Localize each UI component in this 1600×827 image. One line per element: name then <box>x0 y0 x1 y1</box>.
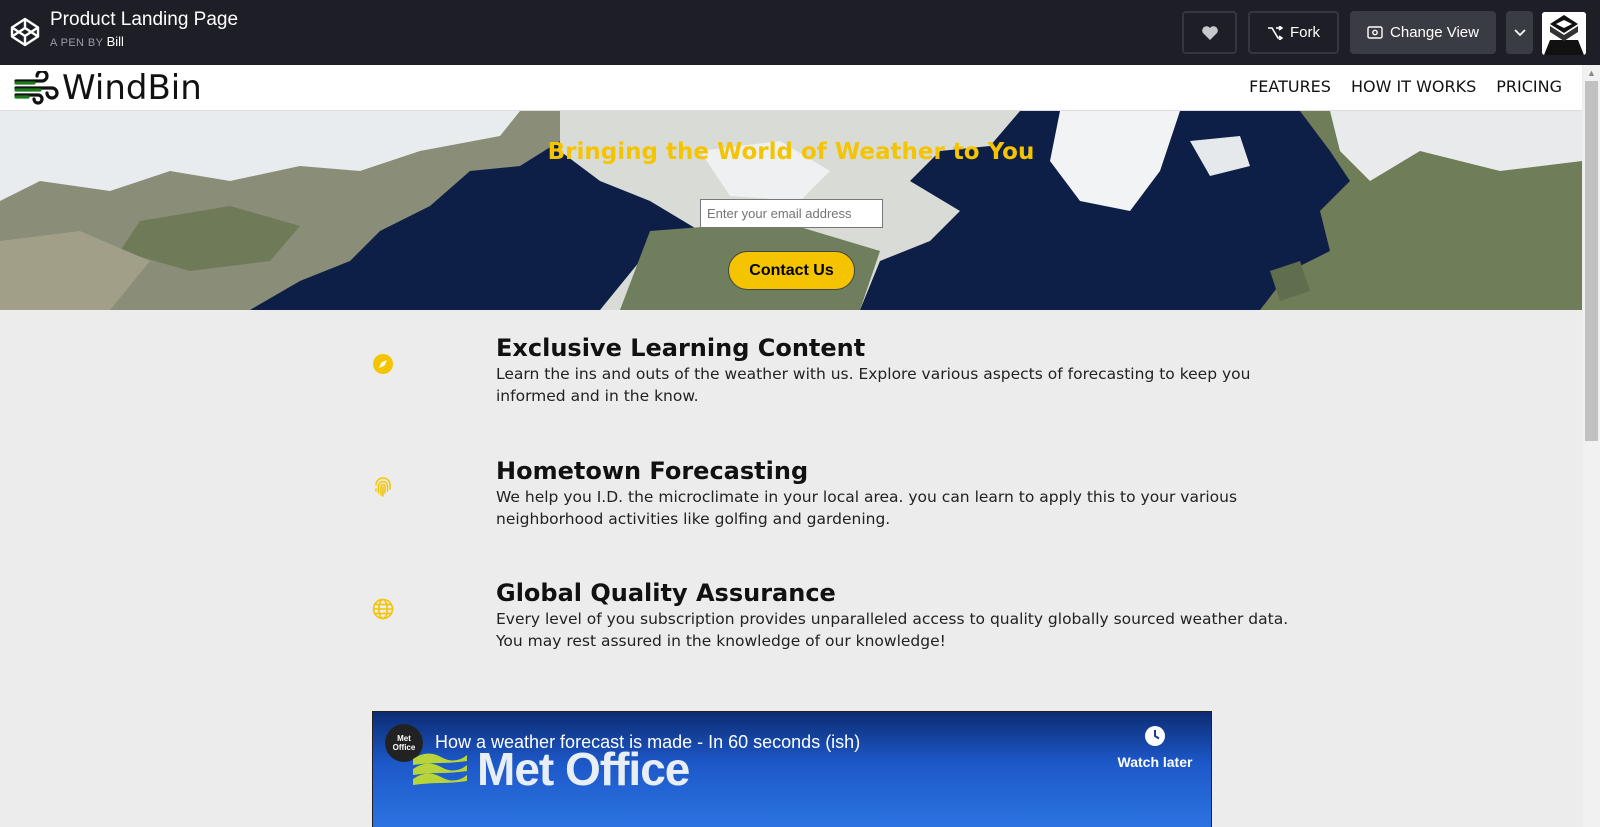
codepen-logo-icon[interactable] <box>9 16 41 48</box>
feature-description: Learn the ins and outs of the weather wi… <box>496 365 1251 405</box>
chevron-down-icon <box>1513 28 1526 36</box>
met-office-logo: Met Office <box>411 742 690 796</box>
feature-body: Hometown Forecasting We help you I.D. th… <box>496 456 1296 530</box>
watch-later-button[interactable]: Watch later <box>1115 724 1195 770</box>
main-nav: FEATURES HOW IT WORKS PRICING <box>1249 77 1562 96</box>
email-input[interactable] <box>700 199 883 228</box>
fork-icon <box>1268 25 1283 40</box>
compass-icon <box>373 354 393 374</box>
more-options-button[interactable] <box>1506 11 1533 54</box>
feature-title: Global Quality Assurance <box>496 579 836 607</box>
change-view-label: Change View <box>1390 24 1479 41</box>
heart-icon <box>1201 25 1218 40</box>
fork-button[interactable]: Fork <box>1248 11 1339 54</box>
nav-link-pricing[interactable]: PRICING <box>1496 77 1562 96</box>
fork-label: Fork <box>1290 24 1320 41</box>
scroll-up-icon[interactable]: ▲ <box>1583 65 1600 81</box>
wave-logo-icon <box>413 753 467 785</box>
site-header: WindBin FEATURES HOW IT WORKS PRICING <box>0 65 1582 111</box>
change-view-button[interactable]: Change View <box>1350 11 1496 54</box>
hero-section: Bringing the World of Weather to You Con… <box>0 111 1582 310</box>
feature-description: Every level of you subscription provides… <box>496 610 1289 650</box>
pen-info: Product Landing Page A PEN BY Bill <box>50 9 238 49</box>
preview-frame: WindBin FEATURES HOW IT WORKS PRICING Br… <box>0 65 1582 827</box>
user-avatar[interactable] <box>1542 12 1586 55</box>
fingerprint-icon <box>375 477 391 497</box>
pen-byline: A PEN BY Bill <box>50 34 238 49</box>
view-icon <box>1367 26 1383 39</box>
nav-link-how-it-works[interactable]: HOW IT WORKS <box>1351 77 1476 96</box>
wind-logo-icon <box>14 71 59 105</box>
vertical-scrollbar[interactable]: ▲ <box>1583 65 1600 827</box>
logo-text: Met Office <box>477 743 690 795</box>
contact-us-button[interactable]: Contact Us <box>728 251 855 290</box>
hero-title: Bringing the World of Weather to You <box>547 139 1035 165</box>
video-embed[interactable]: Met Office How a weather forecast is mad… <box>372 711 1212 827</box>
byline-label: A PEN BY <box>50 37 104 49</box>
watch-later-label: Watch later <box>1117 754 1193 770</box>
feature-title: Hometown Forecasting <box>496 457 809 485</box>
feature-title: Exclusive Learning Content <box>496 334 866 362</box>
clock-icon <box>1145 726 1165 746</box>
brand[interactable]: WindBin <box>14 68 202 108</box>
feature-body: Global Quality Assurance Every level of … <box>496 578 1296 652</box>
pen-title[interactable]: Product Landing Page <box>50 9 238 31</box>
nav-link-features[interactable]: FEATURES <box>1249 77 1331 96</box>
pen-author-link[interactable]: Bill <box>107 34 124 49</box>
feature-body: Exclusive Learning Content Learn the ins… <box>496 333 1296 407</box>
scrollbar-thumb[interactable] <box>1585 81 1598 441</box>
feature-description: We help you I.D. the microclimate in you… <box>496 488 1238 528</box>
like-button[interactable] <box>1182 11 1237 54</box>
avatar-icon <box>1542 12 1586 55</box>
globe-icon <box>372 598 394 620</box>
brand-name: WindBin <box>62 68 202 108</box>
codepen-top-bar: Product Landing Page A PEN BY Bill Fork … <box>0 0 1600 65</box>
